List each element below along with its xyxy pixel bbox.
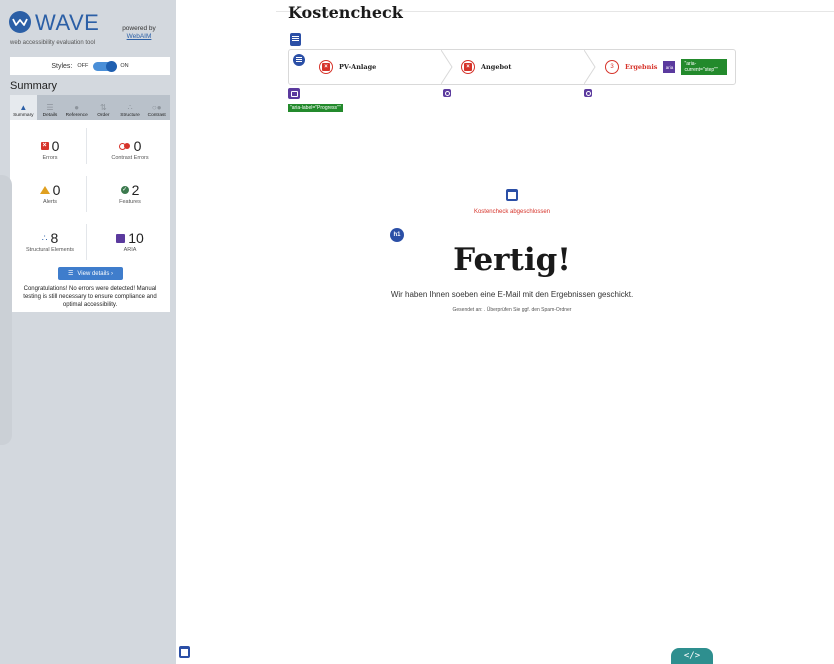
- tab-label: Summary: [13, 113, 34, 118]
- view-details-button[interactable]: ☰ View details ›: [58, 267, 123, 280]
- tab-details[interactable]: ☰ Details: [37, 95, 64, 120]
- tab-reference[interactable]: ● Reference: [63, 95, 90, 120]
- structure-icon: ∴: [127, 103, 133, 112]
- errors-count: 0: [51, 138, 60, 154]
- step-label: PV-Anlage: [339, 63, 377, 71]
- step-ergebnis[interactable]: 3 Ergebnis aria "aria-current="step"": [605, 50, 728, 84]
- aria-label: ARIA: [123, 247, 137, 253]
- wave-logo-icon: [9, 11, 31, 33]
- hidden-element-icon: [584, 89, 592, 97]
- structural-label: Structural Elements: [26, 247, 74, 253]
- tab-label: Details: [42, 113, 58, 118]
- step-chevron: [441, 50, 453, 84]
- toggle-knob: [106, 60, 118, 72]
- summary-panel: × 0 Errors 0 Contrast Errors 0 Alerts ✓ …: [10, 120, 170, 312]
- step-number: 3: [605, 60, 619, 74]
- styles-label: Styles:: [51, 62, 73, 70]
- list-icon: ☰: [46, 103, 54, 112]
- error-icon: ×: [40, 142, 49, 150]
- styles-on-label: ON: [120, 63, 129, 69]
- features-label: Features: [119, 199, 141, 205]
- congrats-message: Congratulations! No errors were detected…: [23, 286, 157, 308]
- contrast-errors-count: 0: [133, 138, 142, 154]
- tab-label: Structure: [120, 113, 140, 118]
- styles-toggle[interactable]: [93, 60, 118, 72]
- step-chevron: [584, 50, 596, 84]
- document-region-icon: [290, 33, 301, 46]
- aria-icon: [116, 233, 126, 243]
- wave-sidebar: WAVE web accessibility evaluation tool p…: [0, 0, 176, 664]
- done-title: Fertig!: [453, 242, 571, 278]
- tab-label: Contrast: [147, 113, 166, 118]
- step-label: Ergebnis: [625, 63, 658, 71]
- hidden-element-icon: [443, 89, 451, 97]
- features-count: 2: [131, 182, 140, 198]
- done-caption: Kostencheck abgeschlossen: [473, 209, 551, 215]
- tab-order[interactable]: ⇅ Order: [90, 95, 117, 120]
- sent-to-note: Gesendet an: . Überprüfen Sie ggf. den S…: [452, 307, 572, 313]
- wave-tagline: web accessibility evaluation tool: [10, 40, 96, 46]
- divider: [86, 176, 87, 212]
- tab-label: Order: [97, 113, 110, 118]
- structure-icon: ∴: [41, 233, 48, 243]
- contrast-error-icon: [118, 143, 131, 150]
- step-circle: ×: [319, 60, 333, 74]
- aria-label-icon: [288, 88, 300, 99]
- feature-check-icon: ✓: [120, 186, 129, 194]
- alerts-count: 0: [52, 182, 61, 198]
- h1-badge: h1: [390, 228, 404, 242]
- powered-by-text: powered by: [122, 25, 156, 32]
- footer-region-icon: [179, 646, 190, 658]
- tab-contrast[interactable]: ○● Contrast: [143, 95, 170, 120]
- section-region-icon: [506, 189, 518, 201]
- order-icon: ⇅: [100, 103, 107, 112]
- error-icon: ×: [322, 63, 330, 71]
- tab-structure[interactable]: ∴ Structure: [117, 95, 144, 120]
- list-icon: [293, 54, 305, 66]
- stat-structural-elements[interactable]: ∴ 8 Structural Elements: [15, 230, 85, 253]
- aria-label-tag: "aria-label="Progress"": [288, 104, 343, 112]
- styles-toggle-bar: Styles: OFF ON: [10, 57, 170, 75]
- stat-errors[interactable]: × 0 Errors: [15, 138, 85, 161]
- step-label: Angebot: [481, 63, 512, 71]
- view-details-label: View details ›: [77, 270, 113, 277]
- error-icon: ×: [464, 63, 472, 71]
- styles-off-label: OFF: [77, 63, 89, 69]
- progress-steps: × PV-Anlage × Angebot 3 Ergebnis aria "a…: [288, 49, 736, 85]
- summary-heading: Summary: [10, 80, 58, 92]
- stat-contrast-errors[interactable]: 0 Contrast Errors: [95, 138, 165, 161]
- aria-count: 10: [128, 230, 144, 246]
- sidebar-resize-handle[interactable]: [0, 175, 12, 445]
- code-toggle-button[interactable]: </>: [671, 648, 713, 664]
- webaim-link[interactable]: WebAIM: [127, 33, 152, 40]
- alerts-label: Alerts: [42, 199, 58, 205]
- stat-alerts[interactable]: 0 Alerts: [15, 182, 85, 205]
- structural-count: 8: [50, 230, 59, 246]
- powered-by: powered by WebAIM: [118, 25, 160, 41]
- stat-aria[interactable]: 10 ARIA: [95, 230, 165, 253]
- stat-features[interactable]: ✓ 2 Features: [95, 182, 165, 205]
- wave-tabs: ▲ Summary ☰ Details ● Reference ⇅ Order …: [10, 95, 170, 120]
- tab-label: Reference: [65, 113, 88, 118]
- step-angebot[interactable]: × Angebot: [461, 50, 511, 84]
- list-icon: ☰: [68, 271, 74, 277]
- contrast-icon: ○●: [151, 103, 162, 112]
- alert-icon: [39, 186, 50, 194]
- tab-summary[interactable]: ▲ Summary: [10, 95, 37, 120]
- wave-brand: WAVE: [35, 10, 100, 35]
- contrast-errors-label: Contrast Errors: [111, 155, 149, 161]
- page-title: Kostencheck: [288, 3, 403, 22]
- errors-label: Errors: [42, 155, 58, 161]
- home-icon: ▲: [19, 103, 28, 112]
- aria-current-tag: "aria-current="step"": [681, 59, 728, 75]
- divider: [86, 128, 87, 164]
- info-icon: ●: [74, 103, 80, 112]
- page-content: Kostencheck × PV-Anlage × Angebot 3 Erge…: [176, 0, 834, 664]
- divider: [86, 224, 87, 260]
- step-pv-anlage[interactable]: × PV-Anlage: [319, 50, 376, 84]
- step-circle: ×: [461, 60, 475, 74]
- mail-sent-message: Wir haben Ihnen soeben eine E-Mail mit d…: [390, 290, 634, 299]
- aria-chip-icon: aria: [663, 61, 676, 73]
